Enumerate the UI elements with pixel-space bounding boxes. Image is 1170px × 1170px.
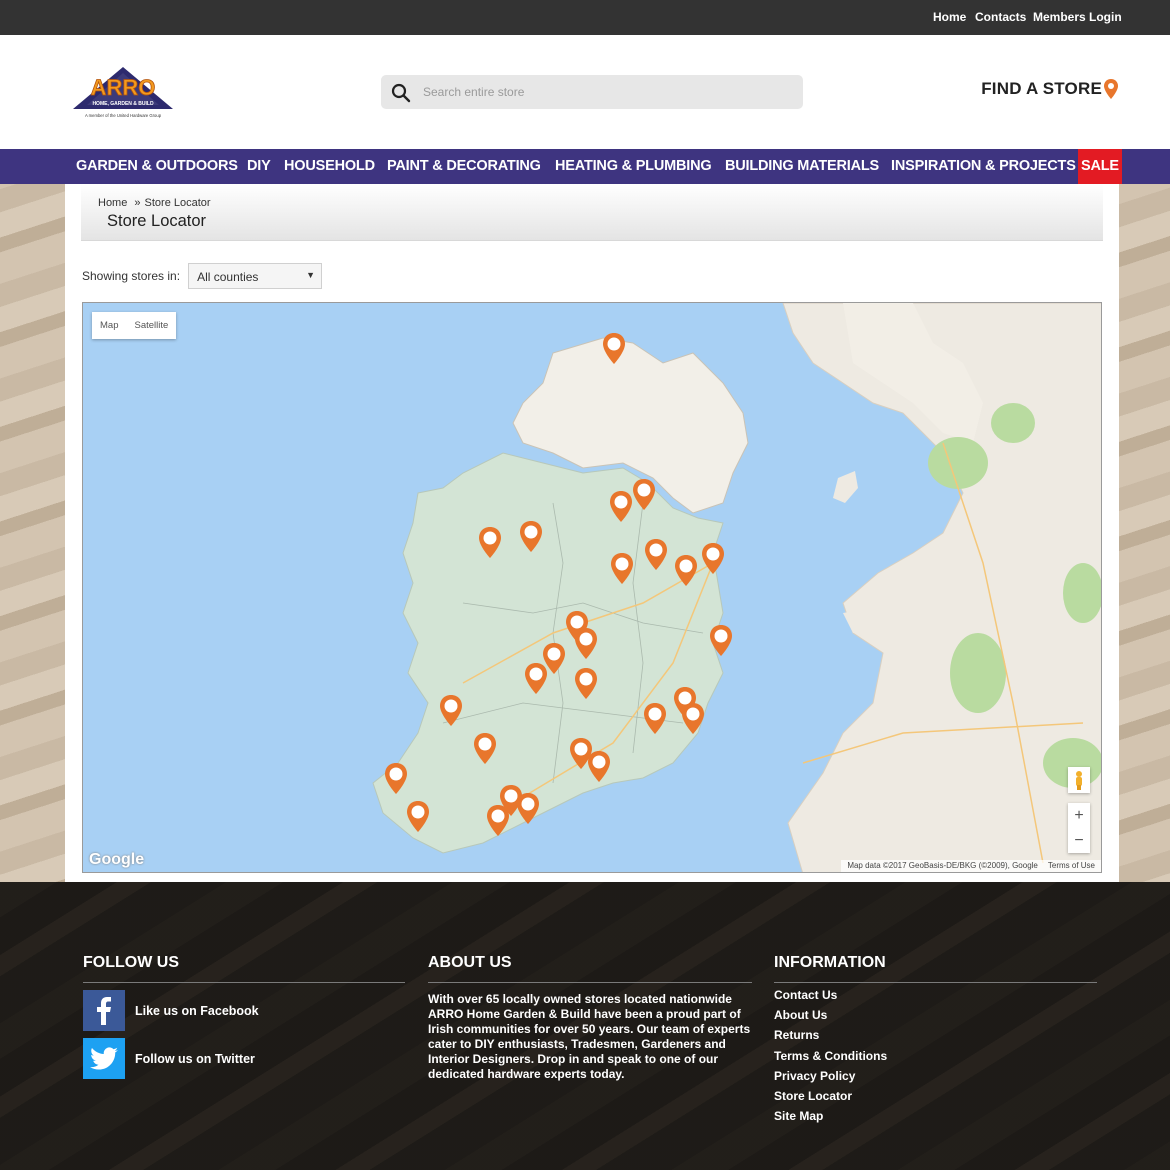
- zoom-out-button[interactable]: −: [1068, 828, 1090, 853]
- map-attribution: Map data ©2017 GeoBasis-DE/BKG (©2009), …: [841, 860, 1101, 872]
- top-link-contacts[interactable]: Contacts: [975, 10, 1026, 24]
- search-input[interactable]: [423, 75, 793, 109]
- zoom-control: + −: [1068, 803, 1090, 853]
- breadcrumb-current: Store Locator: [144, 197, 211, 209]
- page-title: Store Locator: [107, 212, 207, 230]
- street-view-pegman-icon[interactable]: [1068, 767, 1090, 793]
- county-select[interactable]: All counties ▼: [188, 263, 323, 289]
- county-select-value: All counties: [197, 270, 259, 284]
- main-nav: GARDEN & OUTDOORS DIY HOUSEHOLD PAINT & …: [0, 149, 1170, 184]
- footer-link-terms-conditions[interactable]: Terms & Conditions: [774, 1049, 887, 1069]
- footer-link-privacy-policy[interactable]: Privacy Policy: [774, 1069, 887, 1089]
- footer-link-returns[interactable]: Returns: [774, 1028, 887, 1048]
- dropdown-arrow-icon: ▼: [306, 270, 316, 280]
- facebook-link[interactable]: Like us on Facebook: [83, 990, 259, 1031]
- divider: [774, 982, 1097, 983]
- terms-of-use-link[interactable]: Terms of Use: [1048, 861, 1095, 871]
- footer: FOLLOW US Like us on Facebook Follow us …: [0, 882, 1170, 1170]
- nav-paint-decorating[interactable]: PAINT & DECORATING: [387, 149, 541, 184]
- twitter-label: Follow us on Twitter: [135, 1051, 255, 1066]
- nav-household[interactable]: HOUSEHOLD: [284, 149, 375, 184]
- map-canvas[interactable]: [83, 303, 1102, 873]
- nav-building-materials[interactable]: BUILDING MATERIALS: [725, 149, 879, 184]
- search-box: [381, 75, 803, 109]
- facebook-icon: [83, 990, 125, 1031]
- divider: [428, 982, 752, 983]
- map-data-text: Map data ©2017 GeoBasis-DE/BKG (©2009), …: [847, 861, 1038, 870]
- breadcrumb: Home » Store Locator: [98, 197, 215, 209]
- information-heading: INFORMATION: [774, 954, 886, 971]
- breadcrumb-bar: Home » Store Locator Store Locator: [81, 184, 1103, 241]
- search-icon[interactable]: [391, 83, 411, 103]
- top-link-members-login[interactable]: Members Login: [1033, 10, 1122, 24]
- about-us-text: With over 65 locally owned stores locate…: [428, 992, 751, 1081]
- filter-label: Showing stores in:: [82, 269, 181, 283]
- arro-logo[interactable]: ARRO HOME, GARDEN & BUILD A member of th…: [73, 65, 173, 121]
- information-links: Contact Us About Us Returns Terms & Cond…: [774, 988, 887, 1129]
- about-us-heading: ABOUT US: [428, 954, 512, 971]
- breadcrumb-separator: »: [134, 197, 141, 209]
- find-a-store-label: FIND A STORE: [981, 79, 1102, 98]
- nav-heating-plumbing[interactable]: HEATING & PLUMBING: [555, 149, 712, 184]
- top-link-home[interactable]: Home: [933, 10, 966, 24]
- header: ARRO HOME, GARDEN & BUILD A member of th…: [0, 35, 1170, 149]
- top-bar: Home Contacts Members Login: [0, 0, 1170, 35]
- county-filter: Showing stores in: All counties ▼: [82, 263, 323, 289]
- nav-sale[interactable]: SALE: [1078, 149, 1122, 184]
- twitter-icon: [83, 1038, 125, 1079]
- nav-garden-outdoors[interactable]: GARDEN & OUTDOORS: [76, 149, 238, 184]
- follow-us-heading: FOLLOW US: [83, 954, 179, 971]
- svg-text:ARRO: ARRO: [91, 75, 156, 100]
- footer-link-contact-us[interactable]: Contact Us: [774, 988, 887, 1008]
- svg-text:A member of the United Hardwar: A member of the United Hardware Group: [85, 113, 162, 118]
- footer-link-about-us[interactable]: About Us: [774, 1008, 887, 1028]
- facebook-label: Like us on Facebook: [135, 1003, 259, 1018]
- twitter-link[interactable]: Follow us on Twitter: [83, 1038, 255, 1079]
- nav-diy[interactable]: DIY: [247, 149, 271, 184]
- store-map[interactable]: Map Satellite + − Google Map data ©2017 …: [82, 302, 1102, 873]
- map-type-control: Map Satellite: [92, 312, 177, 339]
- footer-link-store-locator[interactable]: Store Locator: [774, 1089, 887, 1109]
- breadcrumb-home[interactable]: Home: [98, 197, 127, 209]
- map-pin-icon: [1104, 79, 1118, 99]
- footer-link-site-map[interactable]: Site Map: [774, 1109, 887, 1129]
- map-type-satellite-button[interactable]: Satellite: [126, 312, 176, 339]
- nav-inspiration-projects[interactable]: INSPIRATION & PROJECTS: [891, 149, 1076, 184]
- divider: [83, 982, 405, 983]
- main-content: Home » Store Locator Store Locator Showin…: [65, 184, 1119, 882]
- zoom-in-button[interactable]: +: [1068, 803, 1090, 828]
- map-type-map-button[interactable]: Map: [92, 312, 126, 339]
- svg-text:HOME, GARDEN & BUILD: HOME, GARDEN & BUILD: [92, 101, 154, 107]
- google-logo: Google: [89, 851, 145, 868]
- find-a-store-link[interactable]: FIND A STORE: [981, 79, 1118, 99]
